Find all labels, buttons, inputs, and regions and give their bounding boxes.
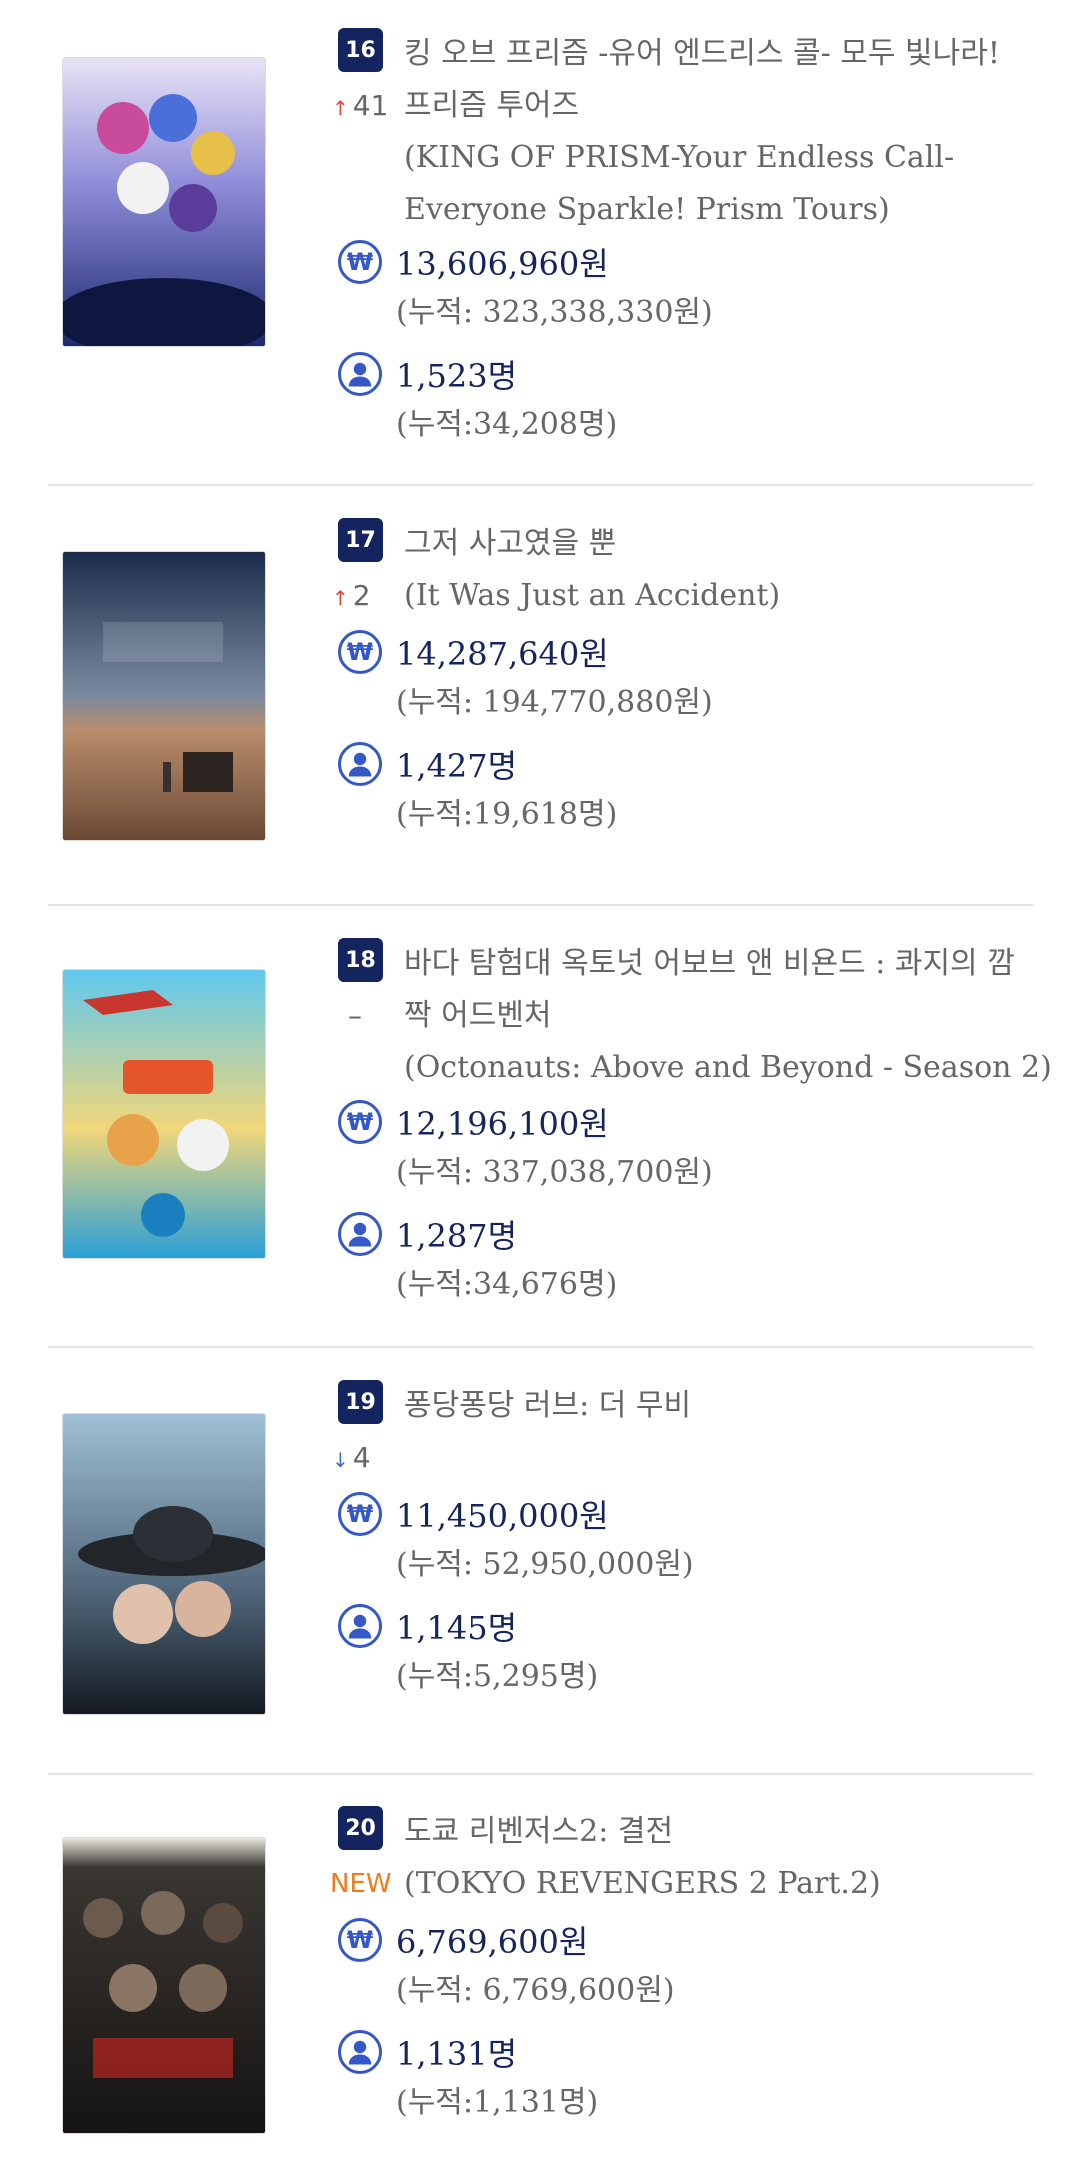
audience-total: (누적:1,131명) bbox=[396, 2085, 599, 2120]
won-icon: ₩ bbox=[338, 1100, 382, 1144]
person-icon bbox=[338, 742, 382, 786]
person-icon bbox=[338, 352, 382, 396]
movie-title[interactable]: 도쿄 리벤저스2: 결전 bbox=[404, 1806, 673, 1858]
divider bbox=[48, 904, 1033, 906]
list-item-rank-16[interactable]: 16 킹 오브 프리즘 -유어 엔드리스 콜- 모두 빛나라! ↑ 41 프리즘 … bbox=[48, 28, 1033, 442]
movie-title[interactable]: 그저 사고였을 뿐 bbox=[404, 518, 616, 570]
divider bbox=[48, 1773, 1033, 1775]
sales-value: 12,196,100원 bbox=[396, 1105, 609, 1143]
audience-value: 1,287명 bbox=[396, 1217, 518, 1255]
rank-badge: 20 bbox=[338, 1806, 383, 1850]
audience-total: (누적:5,295명) bbox=[396, 1659, 599, 1694]
movie-title-cont: 짝 어드벤처 bbox=[404, 998, 552, 1033]
movie-title-en: (TOKYO REVENGERS 2 Part.2) bbox=[404, 1866, 881, 1901]
audience-value: 1,145명 bbox=[396, 1609, 518, 1647]
rank-badge: 18 bbox=[338, 938, 383, 982]
person-icon bbox=[338, 1212, 382, 1256]
movie-title[interactable]: 퐁당퐁당 러브: 더 무비 bbox=[404, 1380, 691, 1432]
audience-total: (누적:34,208명) bbox=[396, 407, 618, 442]
movie-title-en: (Octonauts: Above and Beyond - Season 2) bbox=[404, 1050, 1052, 1085]
divider bbox=[48, 1346, 1033, 1348]
sales-total: (누적: 337,038,700원) bbox=[396, 1155, 713, 1190]
movie-title[interactable]: 킹 오브 프리즘 -유어 엔드리스 콜- 모두 빛나라! bbox=[404, 28, 1000, 80]
movie-poster[interactable] bbox=[63, 1414, 265, 1714]
sales-value: 11,450,000원 bbox=[396, 1497, 609, 1535]
sales-total: (누적: 6,769,600원) bbox=[396, 1973, 675, 2008]
arrow-down-icon: ↓ bbox=[332, 1448, 349, 1472]
list-item-rank-18[interactable]: 18 바다 탐험대 옥토넛 어보브 앤 비욘드 : 콰지의 깜 – 짝 어드벤처… bbox=[48, 938, 1052, 1338]
rank-change: ↑ 2 bbox=[332, 579, 371, 612]
movie-title-en-cont: Everyone Sparkle! Prism Tours) bbox=[404, 192, 890, 227]
list-item-rank-20[interactable]: 20 도쿄 리벤저스2: 결전 NEW (TOKYO REVENGERS 2 P… bbox=[48, 1806, 1033, 2166]
rank-badge: 16 bbox=[338, 28, 383, 72]
won-icon: ₩ bbox=[338, 240, 382, 284]
person-icon bbox=[338, 1604, 382, 1648]
sales-value: 6,769,600원 bbox=[396, 1923, 589, 1961]
movie-poster[interactable] bbox=[63, 1838, 265, 2133]
arrow-up-icon: ↑ bbox=[332, 586, 349, 610]
rank-change: ↓ 4 bbox=[332, 1441, 371, 1474]
movie-poster[interactable] bbox=[63, 552, 265, 840]
movie-title[interactable]: 바다 탐험대 옥토넛 어보브 앤 비욘드 : 콰지의 깜 bbox=[404, 938, 1015, 990]
sales-total: (누적: 52,950,000원) bbox=[396, 1547, 694, 1582]
movie-title-en: (It Was Just an Accident) bbox=[404, 578, 781, 613]
sales-value: 14,287,640원 bbox=[396, 635, 609, 673]
rank-badge: 17 bbox=[338, 518, 383, 562]
arrow-up-icon: ↑ bbox=[332, 96, 349, 120]
movie-poster[interactable] bbox=[63, 970, 265, 1258]
audience-total: (누적:34,676명) bbox=[396, 1267, 618, 1302]
won-icon: ₩ bbox=[338, 1492, 382, 1536]
sales-value: 13,606,960원 bbox=[396, 245, 609, 283]
audience-value: 1,427명 bbox=[396, 747, 518, 785]
list-item-rank-19[interactable]: 19 퐁당퐁당 러브: 더 무비 ↓ 4 ₩ 11,450,000원 (누적: 5… bbox=[48, 1380, 1033, 1760]
audience-value: 1,131명 bbox=[396, 2035, 518, 2073]
movie-poster[interactable] bbox=[63, 58, 265, 346]
movie-title-en: (KING OF PRISM-Your Endless Call- bbox=[404, 140, 955, 175]
new-badge: NEW bbox=[330, 1869, 392, 1899]
sales-total: (누적: 323,338,330원) bbox=[396, 295, 713, 330]
divider bbox=[48, 484, 1033, 486]
won-icon: ₩ bbox=[338, 1918, 382, 1962]
won-icon: ₩ bbox=[338, 630, 382, 674]
rank-change: ↑ 41 bbox=[332, 89, 389, 122]
sales-total: (누적: 194,770,880원) bbox=[396, 685, 713, 720]
audience-value: 1,523명 bbox=[396, 357, 518, 395]
rank-badge: 19 bbox=[338, 1380, 383, 1424]
rank-change: – bbox=[348, 999, 362, 1032]
audience-total: (누적:19,618명) bbox=[396, 797, 618, 832]
list-item-rank-17[interactable]: 17 그저 사고였을 뿐 ↑ 2 (It Was Just an Accident… bbox=[48, 518, 1033, 858]
movie-title-cont: 프리즘 투어즈 bbox=[404, 88, 580, 123]
person-icon bbox=[338, 2030, 382, 2074]
